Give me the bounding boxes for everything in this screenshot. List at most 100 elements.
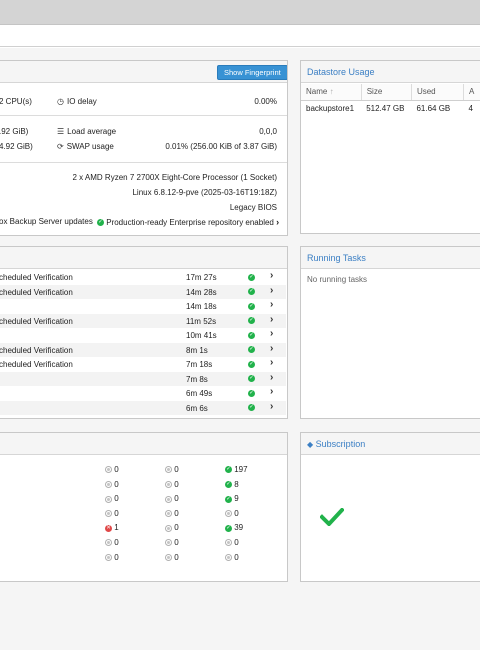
chevron-right-icon[interactable]: › <box>270 386 273 397</box>
repository-status[interactable]: ✓ Production-ready Enterprise repository… <box>97 217 279 227</box>
chevron-right-icon[interactable]: › <box>270 299 273 310</box>
table-row[interactable]: 6m 6s ✓ › <box>0 400 286 415</box>
error-count-group[interactable]: 0 <box>105 465 119 474</box>
chevron-right-icon[interactable]: › <box>270 314 273 325</box>
error-count-group[interactable]: 0 <box>105 509 119 518</box>
error-count: 0 <box>114 465 119 474</box>
load-average-label-group: ☰ Load average <box>57 127 116 136</box>
ok-count-group[interactable]: 0 <box>225 538 239 547</box>
error-count-group[interactable]: ✕ 1 <box>105 523 119 532</box>
warning-count-icon <box>165 510 172 518</box>
table-row[interactable]: cheduled Verification 14m 28s ✓ › <box>0 284 286 299</box>
task-duration: 14m 18s <box>186 302 217 311</box>
server-status-panel: Show Fingerprint 2 CPU(s) ◷ IO delay 0.00… <box>0 60 288 236</box>
error-count-icon <box>105 539 112 547</box>
task-type: cheduled Verification <box>0 316 73 326</box>
tag-icon: ◆ <box>307 440 314 449</box>
table-row[interactable]: 7m 8s ✓ › <box>0 371 286 386</box>
chevron-right-icon[interactable]: › <box>270 357 273 368</box>
boot-mode-value: Legacy BIOS <box>229 203 277 212</box>
datastore-available: 4 <box>468 103 473 113</box>
show-fingerprint-button[interactable]: Show Fingerprint <box>217 65 287 80</box>
chevron-right-icon[interactable]: › <box>270 328 273 339</box>
table-row[interactable]: 14m 18s ✓ › <box>0 299 286 314</box>
ok-count-group[interactable]: ✓ 39 <box>225 523 243 532</box>
chevron-right-icon[interactable]: › <box>270 401 273 412</box>
warning-count-group[interactable]: 0 <box>165 509 179 518</box>
error-count-group[interactable]: 0 <box>105 480 119 489</box>
warning-count-group[interactable]: 0 <box>165 553 179 562</box>
cpu-model-value: 2 x AMD Ryzen 7 2700X Eight-Core Process… <box>72 173 277 182</box>
error-icon: ✕ <box>105 524 112 532</box>
ok-count: 8 <box>234 479 239 489</box>
chevron-right-icon[interactable]: › <box>270 270 273 281</box>
ok-count-group[interactable]: ✓ 197 <box>225 465 248 474</box>
table-row[interactable]: 10m 41s ✓ › <box>0 328 286 343</box>
column-header-name[interactable]: Name ↑ <box>301 84 362 101</box>
task-summary-panel: 0 0 ✓ 197 0 0 ✓ 8 0 0 ✓ 9 0 0 0 ✕ 1 0 ✓ 39 0 … <box>0 432 288 582</box>
swap-usage-label-group: ⟳ SWAP usage <box>57 142 114 151</box>
ok-count-group[interactable]: ✓ 8 <box>225 480 239 489</box>
chevron-right-icon[interactable]: › <box>270 372 273 383</box>
ok-icon: ✓ <box>225 480 232 488</box>
error-count-icon <box>105 480 112 488</box>
panel-header: Show Fingerprint <box>0 61 287 83</box>
warning-count-icon <box>165 553 172 561</box>
swap-usage-value: 0.01% (256.00 KiB of 3.87 GiB) <box>165 142 277 151</box>
ok-count-group[interactable]: ✓ 9 <box>225 494 239 503</box>
error-count: 1 <box>114 523 119 533</box>
task-summary-body: 0 0 ✓ 197 0 0 ✓ 8 0 0 ✓ 9 0 0 0 ✕ 1 0 ✓ 39 0 … <box>0 456 287 581</box>
status-ok-icon: ✓ <box>248 346 255 353</box>
ok-count: 39 <box>234 523 244 533</box>
empty-state-text: No running tasks <box>307 275 368 284</box>
io-delay-value: 0.00% <box>254 97 277 106</box>
warning-count-group[interactable]: 0 <box>165 494 179 503</box>
datastore-usage-body: Name ↑ Size Used A backupstore1 512.47 G… <box>301 84 480 233</box>
ok-icon: ✓ <box>225 524 232 532</box>
list-item: 0 0 0 <box>0 551 287 565</box>
cpu-usage-label: 2 CPU(s) <box>0 97 32 106</box>
table-row[interactable]: 6m 49s ✓ › <box>0 386 286 401</box>
task-duration: 17m 27s <box>186 273 217 282</box>
chevron-right-icon[interactable]: › <box>270 343 273 354</box>
error-count-group[interactable]: 0 <box>105 494 119 503</box>
column-header-available[interactable]: A <box>463 84 480 101</box>
error-count: 0 <box>114 479 119 489</box>
toolbar <box>0 25 480 47</box>
table-row[interactable]: cheduled Verification 8m 1s ✓ › <box>0 342 286 357</box>
error-count-icon <box>105 495 112 503</box>
chevron-right-icon: › <box>276 217 280 227</box>
ok-count-group[interactable]: 0 <box>225 509 239 518</box>
ok-count: 197 <box>234 465 248 474</box>
error-count-group[interactable]: 0 <box>105 553 119 562</box>
error-count-icon <box>105 553 112 561</box>
warning-count-group[interactable]: 0 <box>165 480 179 489</box>
ok-count-group[interactable]: 0 <box>225 553 239 562</box>
warning-count-group[interactable]: 0 <box>165 465 179 474</box>
warning-count-icon <box>165 539 172 547</box>
warning-count-group[interactable]: 0 <box>165 523 179 532</box>
table-row[interactable]: cheduled Verification 17m 27s ✓ › <box>0 270 286 285</box>
table-row[interactable]: backupstore1 512.47 GB 61.64 GB 4 <box>301 100 480 116</box>
running-tasks-title: Running Tasks <box>307 253 366 263</box>
column-header-used[interactable]: Used <box>411 84 464 101</box>
status-ok-icon: ✓ <box>248 375 255 382</box>
table-row[interactable]: cheduled Verification 7m 18s ✓ › <box>0 357 286 372</box>
column-header-size[interactable]: Size <box>361 84 412 101</box>
io-delay-label-group: ◷ IO delay <box>57 97 97 106</box>
warning-count-icon <box>165 466 172 474</box>
table-row[interactable]: cheduled Verification 11m 52s ✓ › <box>0 313 286 328</box>
list-item: 0 0 ✓ 8 <box>0 478 287 492</box>
kernel-version-value: Linux 6.8.12-9-pve (2025-03-16T19:18Z) <box>132 188 277 197</box>
error-count-group[interactable]: 0 <box>105 538 119 547</box>
list-item: 0 0 ✓ 197 <box>0 463 287 477</box>
panel-header: Running Tasks <box>301 247 480 269</box>
checkmark-icon <box>320 508 344 526</box>
datastore-usage-panel: Datastore Usage Name ↑ Size Used A backu… <box>300 60 480 234</box>
status-ok-icon: ✓ <box>248 331 255 339</box>
status-ok-icon: ✓ <box>248 302 255 310</box>
root-disk-usage-value: 4.92 GiB) <box>0 142 33 151</box>
chevron-right-icon[interactable]: › <box>270 285 273 296</box>
warning-count-group[interactable]: 0 <box>165 538 179 547</box>
ok-count: 9 <box>234 494 239 504</box>
